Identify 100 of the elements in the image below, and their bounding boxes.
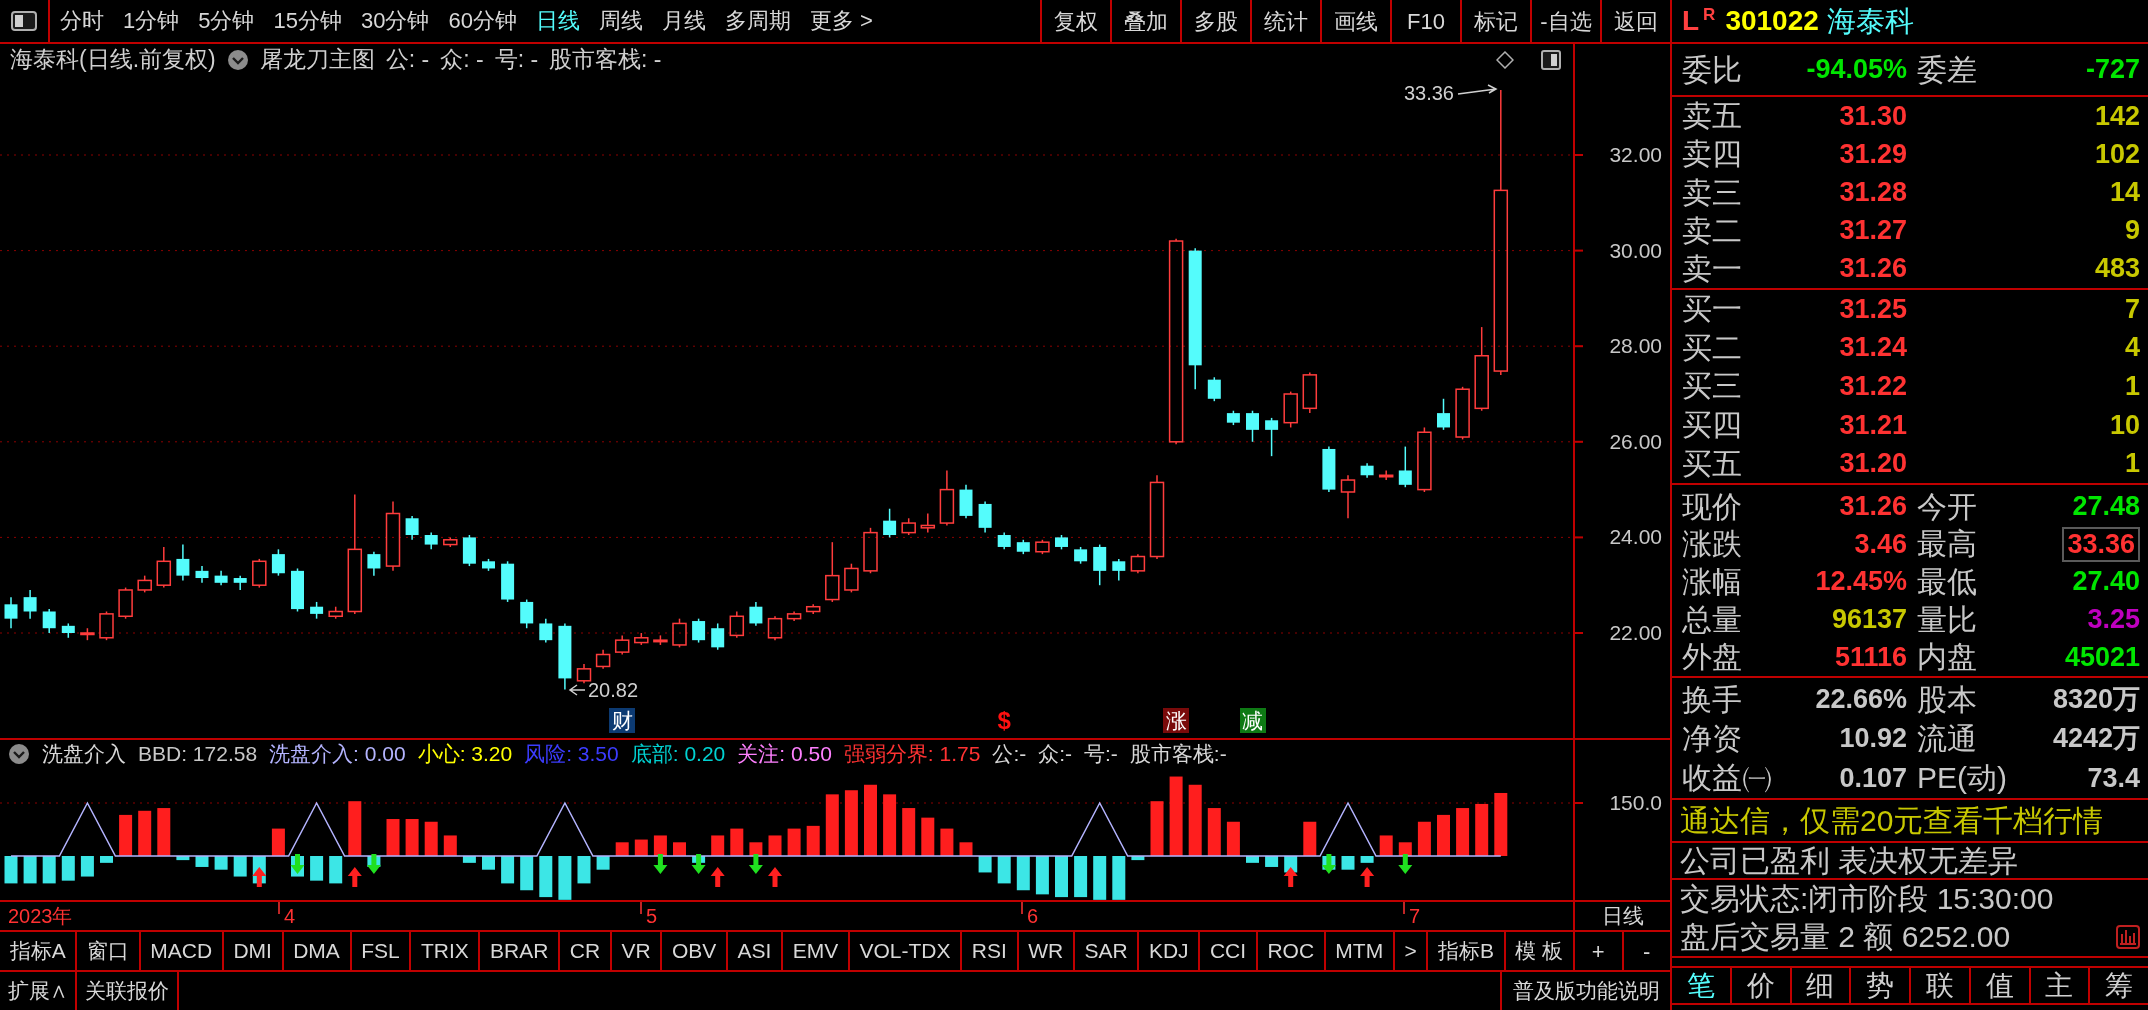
period-tab[interactable]: 日线 [535, 8, 580, 34]
stock-name: 海泰科 [1826, 6, 1914, 36]
superscript-letter: R [1703, 6, 1716, 23]
quote-value: 33.36 [2062, 526, 2140, 562]
chart-title: 海泰科(日线.前复权) [10, 47, 216, 73]
indicator-param: 股市客栈: - [549, 47, 662, 73]
down-arrow-icon [653, 854, 668, 874]
period-tab[interactable]: 多周期 [724, 8, 791, 34]
quote-label: 涨跌 [1682, 529, 1742, 560]
quote-label: 买五 [1682, 448, 1742, 479]
date-axis-label: 4 [284, 905, 296, 927]
quote-value: 27.48 [2072, 493, 2140, 521]
negative-bar [520, 856, 534, 891]
bar-chart-icon[interactable] [2116, 925, 2140, 949]
negative-bar [61, 856, 75, 881]
quote-label: 现价 [1682, 491, 1742, 522]
positive-bar [271, 828, 285, 856]
date-axis-label: 7 [1409, 905, 1421, 927]
price-axis-label: 32.00 [1609, 143, 1662, 166]
bid-volume: 1 [2124, 450, 2140, 478]
positive-bar [806, 825, 820, 856]
event-marker[interactable]: $ [991, 708, 1018, 733]
positive-bar [1379, 835, 1393, 856]
trading-status: 交易状态:闭市阶段 15:30:00 [1680, 884, 2054, 914]
positive-bar [1303, 821, 1317, 856]
negative-bar [501, 856, 515, 884]
quote-label: 流通 [1917, 724, 1977, 754]
period-label[interactable]: 日线 [1601, 904, 1644, 928]
positive-bar [844, 790, 858, 856]
positive-bar [615, 842, 629, 856]
event-marker[interactable]: 涨 [1163, 708, 1190, 733]
quote-label: 股本 [1917, 684, 1977, 715]
period-tab[interactable]: 1分钟 [123, 8, 180, 34]
negative-bar [462, 856, 476, 863]
positive-bar [787, 828, 801, 856]
quote-value: -94.05% [1806, 56, 1907, 83]
quote-value: 96137 [1831, 606, 1907, 634]
indicator-title[interactable]: 洗盘介入 [42, 742, 126, 766]
quote-value: 51116 [1834, 643, 1907, 671]
period-tab[interactable]: 更多 > [809, 8, 873, 34]
ask-volume: 14 [2109, 179, 2140, 206]
bid-volume: 10 [2109, 411, 2140, 439]
up-arrow-icon [347, 867, 362, 887]
down-arrow-icon [366, 854, 381, 874]
period-tab[interactable]: 周线 [598, 8, 643, 34]
quote-value: 31.26 [1839, 493, 1907, 521]
bid-volume: 4 [2124, 334, 2140, 362]
indicator-reading: 关注: 0.50 [737, 742, 832, 766]
period-tab[interactable]: 月线 [661, 8, 706, 34]
quote-label: 最高 [1917, 529, 1977, 560]
quote-label: 最低 [1917, 567, 1977, 597]
notice-text: 公司已盈利 表决权无差异 [1680, 845, 2019, 876]
period-tab[interactable]: 5分钟 [198, 8, 255, 34]
price-axis-label: 24.00 [1609, 525, 1662, 549]
quote-label: 今开 [1917, 491, 1977, 522]
quote-label: 卖五 [1682, 101, 1742, 132]
positive-bar [921, 817, 935, 856]
positive-bar [653, 835, 667, 856]
period-tab[interactable]: 分时 [60, 8, 104, 34]
negative-bar [1093, 856, 1107, 900]
indicator-param: 股市客栈:- [1129, 742, 1227, 766]
indicator-param: 公:- [992, 742, 1027, 766]
positive-bar [959, 842, 973, 856]
chevron-down-icon[interactable] [8, 743, 30, 765]
stock-code: 301022 [1725, 7, 1819, 35]
quote-label: 委比 [1682, 54, 1742, 85]
positive-bar [1188, 784, 1202, 856]
quote-value: 22.66% [1815, 686, 1907, 714]
period-tab[interactable]: 60分钟 [448, 8, 517, 34]
ask-price: 31.29 [1839, 140, 1907, 168]
promo-text[interactable]: 通达信，仅需20元查看千档行情 [1680, 805, 2104, 836]
quote-label: 内盘 [1917, 642, 1977, 673]
price-axis-label: 28.00 [1609, 334, 1662, 358]
period-tab[interactable]: 30分钟 [361, 8, 430, 34]
down-arrow-icon [748, 854, 763, 874]
period-tab[interactable]: 15分钟 [273, 8, 342, 34]
event-marker[interactable]: 财 [609, 708, 636, 733]
positive-bar [405, 819, 419, 856]
diamond-icon[interactable] [1496, 51, 1514, 69]
panel-toggle-icon[interactable] [1541, 50, 1561, 70]
negative-bar [195, 856, 209, 867]
event-marker[interactable]: 减 [1239, 708, 1266, 733]
quote-label: 卖二 [1682, 215, 1742, 246]
ask-volume: 102 [2094, 140, 2140, 168]
indicator-reading: BBD: 172.58 [138, 742, 258, 766]
date-axis-label: 5 [646, 905, 658, 927]
chevron-down-icon[interactable] [226, 49, 249, 71]
positive-bar [138, 810, 152, 856]
ask-volume: 483 [2094, 255, 2140, 283]
bid-price: 31.24 [1839, 334, 1907, 362]
price-axis-label: 26.00 [1609, 429, 1662, 453]
ask-price: 31.26 [1839, 255, 1907, 283]
leader-arrow [568, 684, 586, 696]
negative-bar [329, 856, 343, 884]
panel-toggle-icon[interactable] [11, 11, 37, 31]
quote-value: 27.40 [2072, 568, 2140, 596]
indicator-name[interactable]: 屠龙刀主图 [259, 47, 375, 73]
negative-bar [42, 856, 56, 884]
positive-bar [1226, 821, 1240, 856]
positive-bar [711, 835, 725, 856]
